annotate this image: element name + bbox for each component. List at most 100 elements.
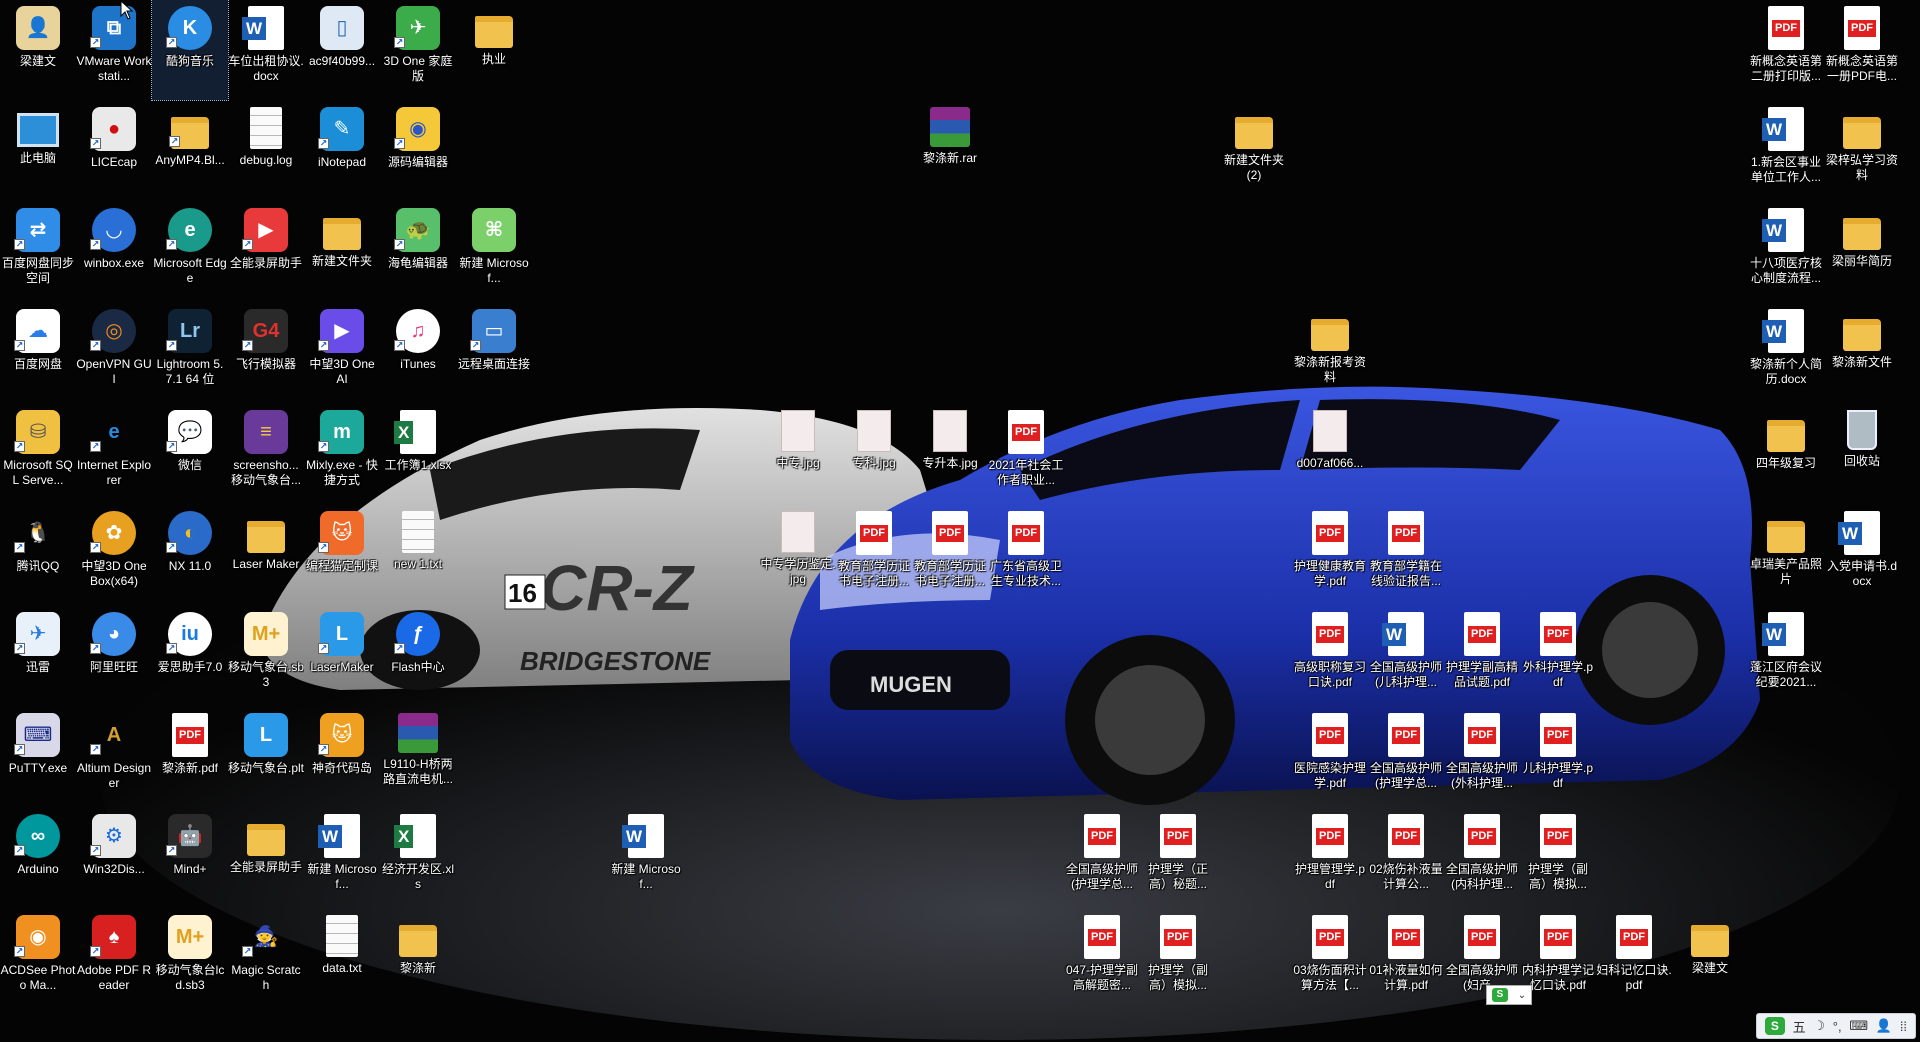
desktop-icon[interactable]: ▶ ↗ 中望3D One AI [304, 303, 380, 403]
desktop-icon[interactable]: PDF 全国高级护师(护理学总... [1368, 707, 1444, 807]
desktop-icon[interactable]: ☁ ↗ 百度网盘 [0, 303, 76, 403]
keyboard-icon[interactable]: ⌨ [1849, 1018, 1868, 1034]
desktop-icon[interactable]: 黎涤新 [380, 909, 456, 1009]
desktop-icon[interactable]: 🐢 ↗ 海龟编辑器 [380, 202, 456, 302]
desktop-icon[interactable]: 黎涤新.rar [912, 101, 988, 201]
desktop-icon[interactable]: ↗ AnyMP4.Bl... [152, 101, 228, 201]
toolbox-icon[interactable]: ⁞⁞ [1900, 1019, 1907, 1034]
desktop-icon[interactable]: ⛁ ↗ Microsoft SQL Serve... [0, 404, 76, 504]
moon-icon[interactable]: ☽ [1813, 1018, 1825, 1034]
sogou-ime-icon[interactable]: S [1491, 988, 1508, 1002]
desktop-icon[interactable]: ƒ ↗ Flash中心 [380, 606, 456, 706]
desktop-icon[interactable]: 黎涤新报考资料 [1292, 303, 1368, 403]
desktop-icon[interactable]: Laser Maker [228, 505, 304, 605]
desktop-icon[interactable]: PDF 02烧伤补液量计算公... [1368, 808, 1444, 908]
desktop-icon[interactable]: 四年级复习 [1748, 404, 1824, 504]
desktop-icon[interactable]: PDF 教育部学历证书电子注册... [836, 505, 912, 605]
desktop-icon[interactable]: ≡ screensho... 移动气象台... [228, 404, 304, 504]
desktop-icon[interactable]: W 入党申请书.docx [1824, 505, 1900, 605]
desktop-icon[interactable]: PDF 护理健康教育学.pdf [1292, 505, 1368, 605]
sogou-ime-icon[interactable]: S [1764, 1017, 1785, 1035]
desktop-icon[interactable]: ✈ ↗ 3D One 家庭版 [380, 0, 456, 100]
desktop-icon[interactable]: PDF 护理学（副高）模拟... [1520, 808, 1596, 908]
desktop-icon[interactable]: 🧙 ↗ Magic Scratch [228, 909, 304, 1009]
desktop-icon[interactable]: PDF 全国高级护师(内科护理... [1444, 808, 1520, 908]
desktop-icon[interactable]: PDF 新概念英语第二册打印版... [1748, 0, 1824, 100]
desktop-icon[interactable]: ⌘ 新建 Microsof... [456, 202, 532, 302]
desktop-icon[interactable]: W 新建 Microsof... [304, 808, 380, 908]
ime-floating-bar[interactable]: S ⌄ [1486, 985, 1532, 1005]
desktop-icon[interactable]: ∞ ↗ Arduino [0, 808, 76, 908]
desktop-icon[interactable]: W 全国高级护师(儿科护理... [1368, 606, 1444, 706]
desktop-icon[interactable]: PDF 护理学（副高）模拟... [1140, 909, 1216, 1009]
desktop-icon[interactable]: ◎ ↗ OpenVPN GUI [76, 303, 152, 403]
desktop-icon[interactable]: ▭ ↗ 远程桌面连接 [456, 303, 532, 403]
desktop-icon[interactable]: PDF 2021年社会工作者职业... [988, 404, 1064, 504]
desktop-icon[interactable]: PDF 教育部学籍在线验证报告... [1368, 505, 1444, 605]
desktop-icon[interactable]: 执业 [456, 0, 532, 100]
desktop-icon[interactable]: ✈ ↗ 迅雷 [0, 606, 76, 706]
desktop-icon[interactable]: PDF 047-护理学副高解题密... [1064, 909, 1140, 1009]
desktop-icon[interactable]: ♠ ↗ Adobe PDF Reader [76, 909, 152, 1009]
ime-expand-icon[interactable]: ⌄ [1518, 990, 1526, 1001]
desktop-icon[interactable]: 全能录屏助手 [228, 808, 304, 908]
desktop-icon[interactable]: G4 ↗ 飞行模拟器 [228, 303, 304, 403]
desktop-icon[interactable]: 中专.jpg [760, 404, 836, 504]
desktop-icon[interactable]: 此电脑 [0, 101, 76, 201]
desktop-icon[interactable]: 🐱 ↗ 神奇代码岛 [304, 707, 380, 807]
desktop-icon[interactable]: 回收站 [1824, 404, 1900, 504]
desktop-icon[interactable]: ▯ ac9f40b99... [304, 0, 380, 100]
desktop-icon[interactable]: PDF 外科护理学.pdf [1520, 606, 1596, 706]
desktop-icon[interactable]: 👤 梁建文 [0, 0, 76, 100]
desktop-icon[interactable]: Lr ↗ Lightroom 5.7.1 64 位 [152, 303, 228, 403]
desktop-icon[interactable]: ✎ ↗ iNotepad [304, 101, 380, 201]
desktop-icon[interactable]: PDF 医院感染护理学.pdf [1292, 707, 1368, 807]
desktop-icon[interactable]: ♫ ↗ iTunes [380, 303, 456, 403]
desktop-icon[interactable]: W 十八项医疗核心制度流程... [1748, 202, 1824, 302]
desktop-icon[interactable]: 🤖 ↗ Mind+ [152, 808, 228, 908]
desktop-icon[interactable]: 专升本.jpg [912, 404, 988, 504]
desktop-icon[interactable]: M+ 移动气象台.sb3 [228, 606, 304, 706]
punctuation-toggle[interactable]: °, [1833, 1019, 1842, 1034]
desktop-icon[interactable]: L 移动气象台.plt [228, 707, 304, 807]
desktop-icon[interactable]: PDF 新概念英语第一册PDF电... [1824, 0, 1900, 100]
desktop-icon[interactable]: A ↗ Altium Designer [76, 707, 152, 807]
desktop-icon[interactable]: e ↗ Internet Explorer [76, 404, 152, 504]
desktop-icon[interactable]: ⧉ ↗ VMware Workstati... [76, 0, 152, 100]
desktop-icon[interactable]: debug.log [228, 101, 304, 201]
desktop-icon[interactable]: ◡ ↗ winbox.exe [76, 202, 152, 302]
desktop-icon[interactable]: X 经济开发区.xls [380, 808, 456, 908]
desktop-icon[interactable]: PDF 01补液量如何计算.pdf [1368, 909, 1444, 1009]
desktop-icon[interactable]: PDF 教育部学历证书电子注册... [912, 505, 988, 605]
desktop-icon[interactable]: 梁建文 [1672, 909, 1748, 1009]
desktop-icon[interactable]: ● ↗ LICEcap [76, 101, 152, 201]
desktop-icon[interactable]: PDF 高级职称复习口诀.pdf [1292, 606, 1368, 706]
desktop-icon[interactable]: 黎涤新文件 [1824, 303, 1900, 403]
desktop-icon[interactable]: PDF 儿科护理学.pdf [1520, 707, 1596, 807]
desktop-icon[interactable]: W 蓬江区府会议纪要2021... [1748, 606, 1824, 706]
desktop-icon[interactable]: PDF 妇科记忆口诀.pdf [1596, 909, 1672, 1009]
desktop-icon[interactable]: e ↗ Microsoft Edge [152, 202, 228, 302]
desktop-icon[interactable]: K ↗ 酷狗音乐 [151, 0, 229, 101]
desktop-icon[interactable]: ◕ ↗ 阿里旺旺 [76, 606, 152, 706]
desktop-icon[interactable]: PDF 广东省高级卫生专业技术... [988, 505, 1064, 605]
desktop-icon[interactable]: L9110-H桥两路直流电机... [380, 707, 456, 807]
desktop-icon[interactable]: ⌨ ↗ PuTTY.exe [0, 707, 76, 807]
desktop-icon[interactable]: 新建文件夹 (2) [1216, 101, 1292, 201]
desktop-icon[interactable]: M+ 移动气象台lcd.sb3 [152, 909, 228, 1009]
desktop-icon[interactable]: ◐ ↗ NX 11.0 [152, 505, 228, 605]
desktop-icon[interactable]: m ↗ Mixly.exe - 快捷方式 [304, 404, 380, 504]
ime-mode-toggle[interactable]: 五 [1793, 1017, 1806, 1036]
desktop-icon[interactable]: 💬 ↗ 微信 [152, 404, 228, 504]
desktop-icon[interactable]: 卓瑞美产品照片 [1748, 505, 1824, 605]
desktop-icon[interactable]: PDF 黎涤新.pdf [152, 707, 228, 807]
desktop-icon[interactable]: W 黎涤新个人简历.docx [1748, 303, 1824, 403]
desktop-icon[interactable]: PDF 03烧伤面积计算方法【... [1292, 909, 1368, 1009]
desktop-icon[interactable]: W 1.新会区事业单位工作人... [1748, 101, 1824, 201]
desktop-icon[interactable]: L ↗ LaserMaker [304, 606, 380, 706]
desktop-icon[interactable]: 新建文件夹 [304, 202, 380, 302]
desktop-icon[interactable]: iu ↗ 爱思助手7.0 [152, 606, 228, 706]
desktop-icon[interactable]: PDF 护理管理学.pdf [1292, 808, 1368, 908]
desktop-icon[interactable]: 梁丽华简历 [1824, 202, 1900, 302]
desktop-icon[interactable]: ✿ ↗ 中望3D One Box(x64) [76, 505, 152, 605]
